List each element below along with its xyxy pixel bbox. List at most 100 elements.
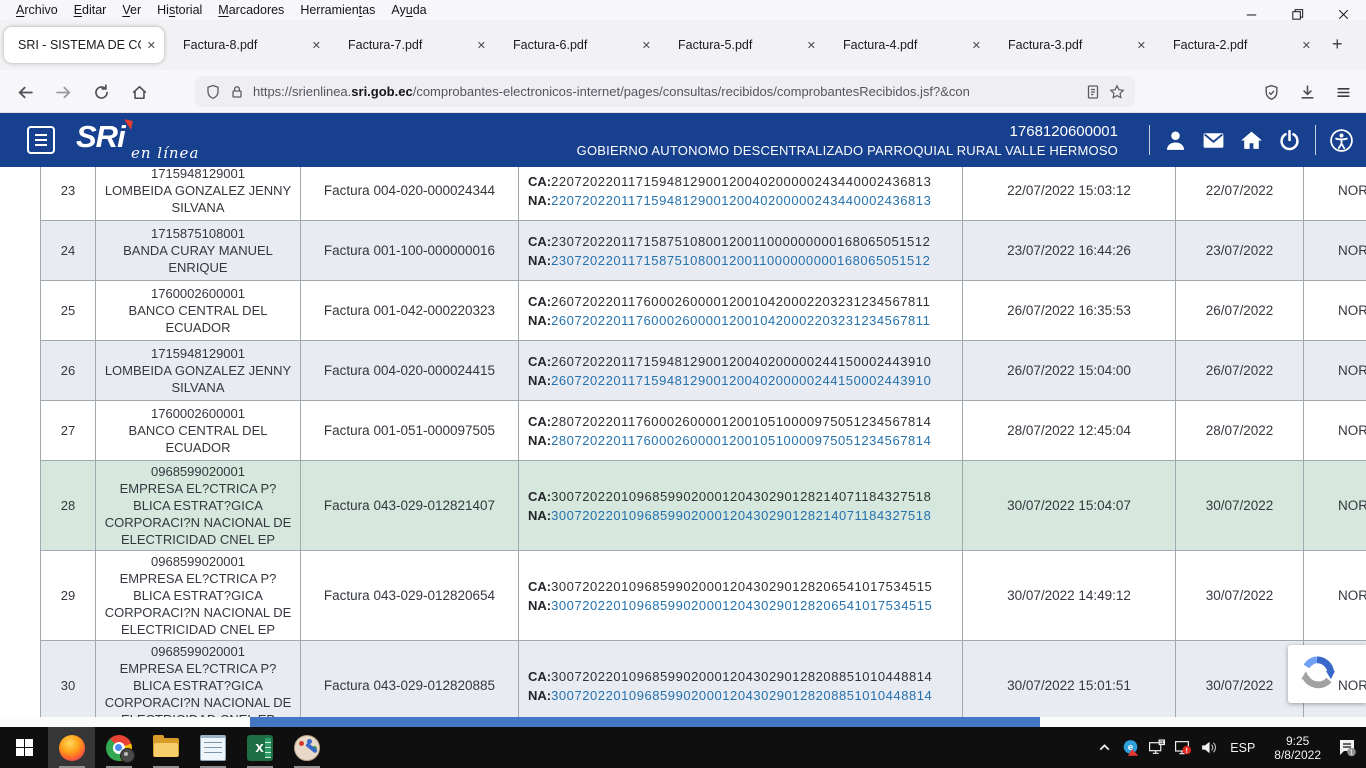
na-value-link[interactable]: 2607202201171594812900120040200000244150… [551, 373, 931, 388]
power-icon[interactable] [1277, 128, 1302, 153]
status-value: NOR [1338, 588, 1366, 603]
eset-icon[interactable]: e [1122, 739, 1139, 756]
browser-tab[interactable]: Factura-5.pdf✕ [664, 27, 824, 63]
cell-access-keys: CA:2207202201171594812900120040200000243… [519, 167, 963, 220]
browser-tab[interactable]: Factura-2.pdf✕ [1159, 27, 1319, 63]
cell-authorization-date: 26/07/2022 15:04:00 [963, 341, 1176, 400]
chevron-up-icon[interactable] [1096, 739, 1113, 756]
na-value-link[interactable]: 2807202201176000260000120010510000975051… [551, 433, 931, 448]
menu-item-herramientas[interactable]: Herramientas [292, 0, 383, 20]
start-button[interactable] [0, 727, 48, 768]
tab-close-icon[interactable]: ✕ [642, 39, 651, 52]
tab-close-icon[interactable]: ✕ [1137, 39, 1146, 52]
menu-item-editar[interactable]: Editar [66, 0, 115, 20]
cell-supplier: 1715875108001BANDA CURAY MANUEL ENRIQUE [96, 221, 301, 280]
tab-close-icon[interactable]: ✕ [312, 39, 321, 52]
browser-tab[interactable]: Factura-8.pdf✕ [169, 27, 329, 63]
authorization-date: 30/07/2022 15:01:51 [1007, 678, 1131, 693]
menu-item-ver[interactable]: Ver [114, 0, 149, 20]
close-button[interactable] [1320, 2, 1366, 26]
recaptcha-badge[interactable] [1288, 645, 1366, 703]
ca-label: CA: [528, 414, 551, 429]
system-tray: e! ESP 9:25 8/8/2022 1 [1096, 727, 1366, 768]
browser-tab[interactable]: Factura-7.pdf✕ [334, 27, 494, 63]
menu-item-archivo[interactable]: Archivo [8, 0, 66, 20]
firefox-icon [59, 735, 85, 761]
browser-tab[interactable]: Factura-3.pdf ✕ [994, 27, 1154, 63]
user-icon[interactable] [1163, 128, 1188, 153]
tab-close-icon[interactable]: ✕ [477, 39, 486, 52]
cell-document: Factura 004-020-000024415 [301, 341, 519, 400]
na-value-link[interactable]: 3007202201096859902000120430290128208851… [551, 688, 932, 703]
reload-icon[interactable] [86, 77, 116, 107]
menu-item-marcadores[interactable]: Marcadores [210, 0, 292, 20]
new-tab-button[interactable]: + [1332, 34, 1343, 55]
menu-item-ayuda[interactable]: Ayuda [383, 0, 434, 20]
paint-button[interactable] [283, 727, 330, 768]
browser-tab[interactable]: SRI - SISTEMA DE COMP✕ [4, 27, 164, 63]
cell-access-keys: CA:2607202201171594812900120040200000244… [519, 341, 963, 400]
network-icon[interactable] [1148, 739, 1165, 756]
menu-item-historial[interactable]: Historial [149, 0, 210, 20]
tab-close-icon[interactable]: ✕ [1302, 39, 1311, 52]
accessibility-icon[interactable] [1329, 128, 1354, 153]
cell-status: NOR [1304, 401, 1366, 460]
cell-row-number: 30 [41, 641, 96, 717]
browser-tab[interactable]: Factura-4.pdf✕ [829, 27, 989, 63]
language-indicator[interactable]: ESP [1230, 741, 1255, 755]
horizontal-scrollbar[interactable] [0, 717, 1366, 727]
ca-line: CA:3007202201096859902000120430290128208… [528, 667, 932, 686]
action-center-icon[interactable]: 1 [1336, 739, 1358, 757]
download-icon[interactable] [1292, 77, 1322, 107]
forward-icon[interactable] [48, 77, 78, 107]
app-menu-icon[interactable] [1328, 77, 1358, 107]
supplier-ruc: 1760002600001 [151, 405, 245, 422]
notepad-button[interactable] [189, 727, 236, 768]
cell-emission-date: 30/07/2022 [1176, 461, 1304, 550]
cell-emission-date: 26/07/2022 [1176, 341, 1304, 400]
url-prefix: https://srienlinea. [253, 84, 351, 99]
scrollbar-thumb[interactable] [250, 717, 1040, 727]
lock-icon[interactable] [229, 84, 245, 100]
cell-row-number: 23 [41, 167, 96, 220]
na-value-link[interactable]: 3007202201096859902000120430290128214071… [551, 508, 931, 523]
restore-button[interactable] [1274, 2, 1320, 26]
mail-icon[interactable] [1201, 128, 1226, 153]
na-value-link[interactable]: 2607202201176000260000120010420002203231… [551, 313, 930, 328]
menu-toggle-icon[interactable] [27, 126, 55, 154]
na-value-link[interactable]: 3007202201096859902000120430290128206541… [551, 598, 932, 613]
bookmark-star-icon[interactable] [1109, 84, 1125, 100]
na-value-link[interactable]: 2307202201171587510800120011000000000168… [551, 253, 930, 268]
tab-close-icon[interactable]: ✕ [972, 39, 981, 52]
na-value-link[interactable]: 2207202201171594812900120040200000243440… [551, 193, 931, 208]
reader-view-icon[interactable] [1085, 84, 1101, 100]
emission-date: 23/07/2022 [1206, 243, 1274, 258]
back-icon[interactable] [10, 77, 40, 107]
chrome-button[interactable] [95, 727, 142, 768]
shield-icon[interactable] [205, 84, 221, 100]
ca-value: 2207202201171594812900120040200000243440… [551, 174, 931, 189]
tab-close-icon[interactable]: ✕ [147, 39, 156, 52]
speaker-icon[interactable] [1200, 739, 1217, 756]
minimize-button[interactable] [1228, 2, 1274, 26]
tab-close-icon[interactable]: ✕ [807, 39, 816, 52]
excel-button[interactable]: x [236, 727, 283, 768]
cell-row-number: 28 [41, 461, 96, 550]
sri-logo-subtitle: en línea [131, 144, 199, 162]
ca-value: 2607202201171594812900120040200000244150… [551, 354, 931, 369]
tab-title: Factura-3.pdf [1008, 38, 1131, 52]
explorer-button[interactable] [142, 727, 189, 768]
emission-date: 30/07/2022 [1206, 588, 1274, 603]
url-bar[interactable]: https://srienlinea.sri.gob.ec/comprobant… [195, 76, 1135, 107]
clock[interactable]: 9:25 8/8/2022 [1274, 734, 1321, 762]
na-label: NA: [528, 598, 551, 613]
na-label: NA: [528, 688, 551, 703]
privacy-shield-icon[interactable] [1256, 77, 1286, 107]
cell-authorization-date: 28/07/2022 12:45:04 [963, 401, 1176, 460]
status-value: NOR [1338, 243, 1366, 258]
display-alert-icon[interactable]: ! [1174, 739, 1191, 756]
firefox-button[interactable] [48, 727, 95, 768]
browser-tab[interactable]: Factura-6.pdf✕ [499, 27, 659, 63]
home-icon[interactable] [1239, 128, 1264, 153]
home-icon[interactable] [124, 77, 154, 107]
